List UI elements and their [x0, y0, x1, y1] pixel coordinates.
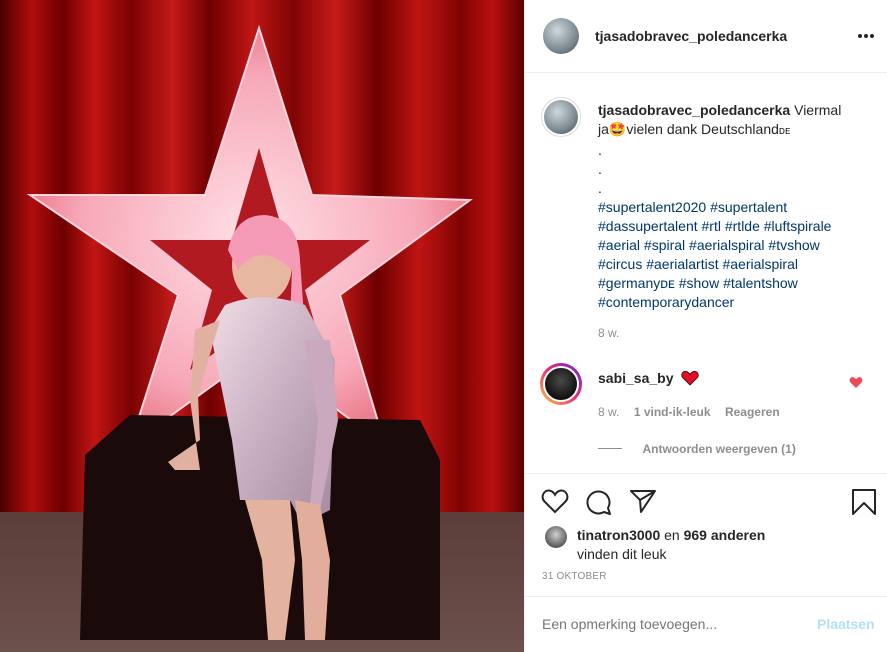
comment-avatar[interactable] [543, 366, 579, 402]
post-photo[interactable] [0, 0, 524, 652]
caption-dot: . [598, 180, 602, 196]
post-date[interactable]: 31 OKTOBER [542, 571, 607, 582]
liker-avatar[interactable] [545, 526, 567, 548]
likes-suffix: vinden dit leuk [577, 546, 667, 562]
view-replies[interactable]: Antwoorden weergeven (1) [598, 440, 796, 458]
caption-dot: . [598, 161, 602, 177]
add-comment-bar: Plaatsen [525, 596, 887, 652]
author-avatar[interactable] [543, 18, 579, 54]
view-replies-label[interactable]: Antwoorden weergeven (1) [642, 442, 795, 456]
caption-avatar[interactable] [544, 100, 578, 134]
like-heart-icon[interactable] [541, 488, 569, 514]
hashtag-line[interactable]: #circus #aerialartist #aerialspiral [598, 255, 868, 274]
photo-illustration [26, 24, 473, 640]
likes-summary: tinatron3000 en 969 anderen [577, 527, 765, 543]
liker-username[interactable]: tinatron3000 [577, 527, 660, 543]
comment-reply-button[interactable]: Reageren [725, 405, 780, 419]
share-paper-plane-icon[interactable] [629, 488, 657, 514]
comment-username[interactable]: sabi_sa_by [598, 370, 674, 386]
post-side-panel: tjasadobravec_poledancerka tjasadobravec… [524, 0, 887, 652]
post-caption: tjasadobravec_poledancerka Viermal ja🤩vi… [598, 101, 868, 343]
hashtag-line[interactable]: #supertalent2020 #supertalent [598, 198, 868, 217]
post-comment-button[interactable]: Plaatsen [817, 616, 875, 632]
hashtag-line[interactable]: #contemporarydancer [598, 293, 868, 312]
caption-text-2-post: vielen dank Deutschland [626, 121, 779, 137]
star-eyes-emoji: 🤩 [608, 121, 627, 137]
likes-count[interactable]: 969 anderen [684, 527, 766, 543]
comment-meta: 8 w. 1 vind-ik-leuk Reageren [598, 403, 780, 421]
flag-de: ᴅᴇ [778, 125, 791, 137]
comment-bubble-icon[interactable] [585, 488, 613, 516]
comment-body: sabi_sa_by [598, 370, 700, 386]
bookmark-icon[interactable] [851, 488, 877, 516]
more-options-icon[interactable] [857, 28, 875, 44]
comment-age[interactable]: 8 w. [598, 405, 619, 419]
caption-dot: . [598, 142, 602, 158]
comment-like-heart-icon[interactable] [849, 376, 863, 389]
caption-age[interactable]: 8 w. [598, 324, 868, 343]
hashtag-line[interactable]: #dassupertalent #rtl #rtlde #luftspirale [598, 217, 868, 236]
post-actions: tinatron3000 en 969 anderen vinden dit l… [525, 473, 887, 582]
hashtag-line[interactable]: #aerial #spiral #aerialspiral #tvshow [598, 236, 868, 255]
red-heart-emoji [681, 370, 700, 386]
header-username[interactable]: tjasadobravec_poledancerka [595, 28, 787, 44]
replies-divider [598, 448, 622, 450]
comment-likes[interactable]: 1 vind-ik-leuk [634, 405, 711, 419]
caption-username[interactable]: tjasadobravec_poledancerka [598, 102, 790, 118]
add-comment-input[interactable] [542, 614, 802, 634]
likes-and: en [664, 527, 680, 543]
caption-text-2-pre: ja [598, 121, 609, 137]
hashtag-line[interactable]: #germanyᴅᴇ #show #talentshow [598, 274, 868, 293]
caption-text-1: Viermal [794, 102, 842, 118]
post-header: tjasadobravec_poledancerka [525, 0, 887, 73]
